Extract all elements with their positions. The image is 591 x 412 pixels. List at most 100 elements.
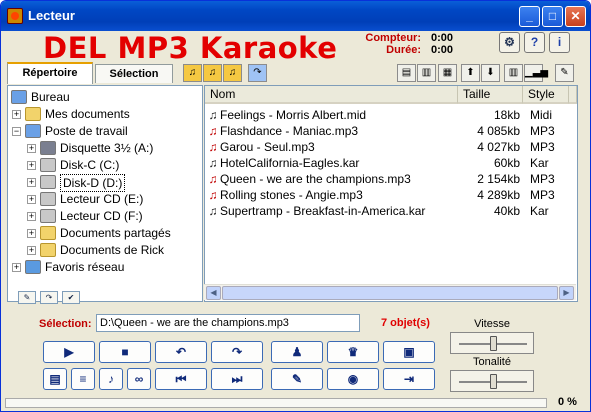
tree-item[interactable]: + Documents de Rick	[8, 242, 202, 258]
close-button[interactable]: ✕	[565, 6, 586, 27]
file-row[interactable]: ♫ Rolling stones - Angie.mp3 4 289kb MP3	[207, 187, 575, 203]
microphone-button[interactable]: ✎	[555, 64, 574, 82]
undo-button[interactable]: ↶	[155, 341, 207, 363]
expand-icon[interactable]: +	[27, 161, 36, 170]
file-size: 4 027kb	[477, 140, 520, 154]
file-row[interactable]: ♫ Feelings - Morris Albert.mid 18kb Midi	[207, 107, 575, 123]
view-list-button[interactable]: ▤	[397, 64, 416, 82]
gear-button[interactable]: ⚙	[499, 32, 520, 53]
minimize-button[interactable]: _	[519, 6, 540, 27]
refresh-small-button[interactable]: ↷	[40, 291, 58, 304]
tab-repertoire[interactable]: Répertoire	[7, 62, 93, 84]
previous-button[interactable]: ⏮	[155, 368, 207, 390]
pitch-slider[interactable]	[450, 370, 534, 392]
volume-bars-button[interactable]: ▁▃▅	[524, 64, 548, 82]
pitch-knob[interactable]	[490, 374, 497, 389]
maximize-button[interactable]: □	[542, 6, 563, 27]
tree-item[interactable]: + Favoris réseau	[8, 259, 202, 275]
disc-button[interactable]: ◉	[327, 368, 379, 390]
file-row[interactable]: ♫ HotelCalifornia-Eagles.kar 60kb Kar	[207, 155, 575, 171]
tree-item[interactable]: + Lecteur CD (E:)	[8, 191, 202, 207]
view-button[interactable]: ∞	[127, 368, 151, 390]
tree-item[interactable]: + Documents partagés	[8, 225, 202, 241]
cd-icon	[40, 209, 56, 223]
file-style: MP3	[530, 140, 555, 154]
tree-item[interactable]: + Lecteur CD (F:)	[8, 208, 202, 224]
equalizer-icon: ▥	[508, 67, 519, 78]
up-button[interactable]: ⬆	[461, 64, 480, 82]
column-name[interactable]: Nom	[205, 86, 458, 104]
redo-button[interactable]: ↷	[211, 341, 263, 363]
pencil-icon: ✎	[23, 293, 31, 302]
expand-icon[interactable]: +	[12, 263, 21, 272]
expand-icon[interactable]: +	[27, 144, 36, 153]
microphone-record-button[interactable]: ✎	[271, 368, 323, 390]
duration-label: Durée:	[386, 44, 421, 56]
selection-field[interactable]: D:\Queen - we are the champions.mp3	[96, 314, 360, 332]
info-panel-button[interactable]: ▣	[383, 341, 435, 363]
column-size[interactable]: Taille	[458, 86, 523, 104]
folder-note-icon: ♫	[208, 67, 217, 78]
expand-icon[interactable]: +	[27, 195, 36, 204]
status-bar: 0 %	[5, 395, 588, 411]
file-list[interactable]: Nom Taille Style ♫ Feelings - Morris Albe…	[204, 85, 578, 302]
add-files-button[interactable]: ♫	[203, 64, 222, 82]
exit-button[interactable]: ⇥	[383, 368, 435, 390]
help-button[interactable]: ?	[524, 32, 545, 53]
playlist-button[interactable]: ≡	[71, 368, 95, 390]
scroll-left-icon[interactable]: ◀	[206, 286, 221, 300]
window-title: Lecteur	[28, 8, 75, 23]
file-row[interactable]: ♫ Garou - Seul.mp3 4 027kb MP3	[207, 139, 575, 155]
folder-tree[interactable]: Bureau + Mes documents − Poste de travail + Di…	[7, 85, 203, 302]
equalizer-button[interactable]: ▥	[504, 64, 523, 82]
expand-icon[interactable]: +	[27, 178, 36, 187]
refresh-button[interactable]: ↷	[248, 64, 267, 82]
tree-item[interactable]: Bureau	[8, 89, 202, 105]
remove-button[interactable]: ♫	[223, 64, 242, 82]
tree-item-label: Disk-C (C:)	[60, 158, 120, 172]
title-bar[interactable]: Lecteur _ □ ✕	[1, 1, 590, 31]
column-style[interactable]: Style	[523, 86, 569, 104]
file-size: 4 085kb	[477, 124, 520, 138]
tree-item[interactable]: + Disk-C (C:)	[8, 157, 202, 173]
speed-slider[interactable]	[450, 332, 534, 354]
expand-icon[interactable]: +	[27, 246, 36, 255]
karaoke-button[interactable]: ♛	[327, 341, 379, 363]
info-button[interactable]: i	[549, 32, 570, 53]
speed-knob[interactable]	[490, 336, 497, 351]
file-row[interactable]: ♫ Supertramp - Breakfast-in-America.kar 40…	[207, 203, 575, 219]
tree-item[interactable]: + Mes documents	[8, 106, 202, 122]
tree-item-label: Favoris réseau	[45, 260, 125, 274]
tree-item[interactable]: − Poste de travail	[8, 123, 202, 139]
down-button[interactable]: ⬇	[481, 64, 500, 82]
scroll-right-icon[interactable]: ▶	[559, 286, 574, 300]
file-row[interactable]: ♫ Flashdance - Maniac.mp3 4 085kb MP3	[207, 123, 575, 139]
file-row[interactable]: ♫ Queen - we are the champions.mp3 2 154kb…	[207, 171, 575, 187]
edit-small-button[interactable]: ✎	[18, 291, 36, 304]
view-details-button[interactable]: ▥	[417, 64, 436, 82]
expand-icon[interactable]: +	[27, 212, 36, 221]
play-button[interactable]: ▶	[43, 341, 95, 363]
expand-icon[interactable]: +	[12, 110, 21, 119]
horizontal-scrollbar[interactable]: ◀ ▶	[204, 284, 576, 300]
volume-button[interactable]: ♪	[99, 368, 123, 390]
tab-selection[interactable]: Sélection	[95, 64, 173, 83]
file-style: MP3	[530, 188, 555, 202]
tree-item[interactable]: + Disk-D (D:)	[8, 174, 202, 192]
stop-button[interactable]: ■	[99, 341, 151, 363]
check-small-button[interactable]: ✔	[62, 291, 80, 304]
expand-icon[interactable]: +	[27, 229, 36, 238]
tree-item[interactable]: + Disquette 3½ (A:)	[8, 140, 202, 156]
next-button[interactable]: ⏭	[211, 368, 263, 390]
play-icon: ▶	[64, 345, 74, 359]
file-size: 40kb	[493, 204, 520, 218]
scroll-thumb[interactable]	[222, 286, 558, 300]
lyrics-button[interactable]: ▤	[43, 368, 67, 390]
computer-icon	[25, 124, 41, 138]
print-button[interactable]: ▦	[438, 64, 457, 82]
details-icon: ▥	[421, 67, 432, 78]
collapse-icon[interactable]: −	[12, 127, 21, 136]
next-icon: ⏭	[231, 372, 243, 386]
add-folder-button[interactable]: ♫	[183, 64, 202, 82]
singer-button[interactable]: ♟	[271, 341, 323, 363]
